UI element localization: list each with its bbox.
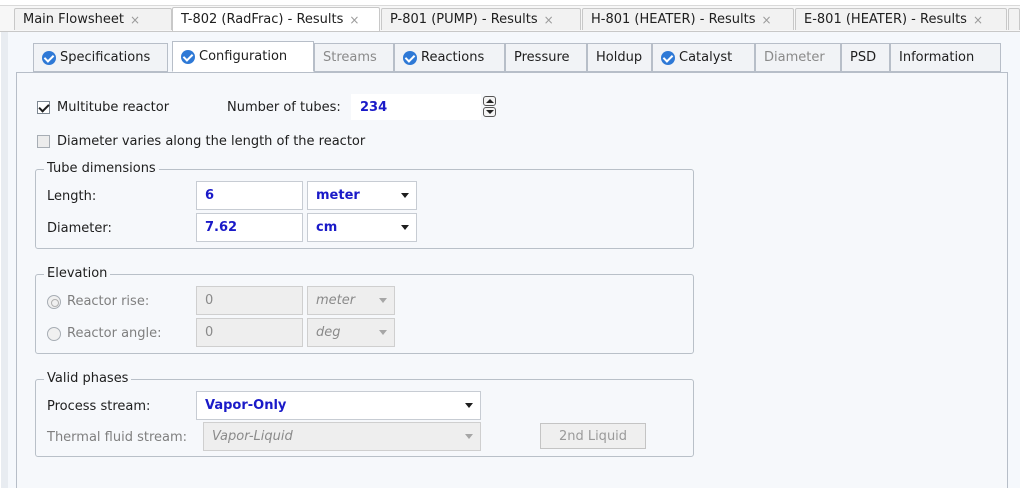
doc-tab-overflow[interactable] xyxy=(1008,8,1020,30)
reactor-rise-unit-value: meter xyxy=(316,293,356,308)
valid-phases-title: Valid phases xyxy=(44,371,132,386)
tab-pressure[interactable]: Pressure xyxy=(505,43,587,72)
chevron-down-icon xyxy=(401,225,409,230)
panel-left-edge xyxy=(1,32,8,488)
check-circle-icon xyxy=(42,50,56,65)
configuration-form: Multitube reactor Number of tubes: 234 D… xyxy=(16,73,1008,488)
reactor-angle-unit-select[interactable]: deg xyxy=(307,318,395,347)
spin-down-icon[interactable] xyxy=(483,107,496,117)
spin-up-icon[interactable] xyxy=(483,96,496,106)
document-tab-strip: Main Flowsheet × T-802 (RadFrac) - Resul… xyxy=(0,0,1020,32)
check-circle-icon xyxy=(181,49,195,64)
diameter-label: Diameter: xyxy=(47,221,112,236)
reactor-angle-label: Reactor angle: xyxy=(67,326,162,341)
tab-diameter[interactable]: Diameter xyxy=(755,43,841,72)
check-circle-icon xyxy=(661,50,675,65)
doc-tab-label: P-801 (PUMP) - Results xyxy=(390,12,538,27)
chevron-down-icon xyxy=(465,434,473,439)
length-input[interactable]: 6 xyxy=(196,181,303,210)
tab-label: Information xyxy=(899,50,975,65)
reactor-angle-radio[interactable] xyxy=(47,327,61,341)
reactor-rise-label: Reactor rise: xyxy=(67,294,150,309)
form-panel: Specifications Configuration Streams Rea… xyxy=(1,32,1020,488)
elevation-title: Elevation xyxy=(44,266,111,281)
number-of-tubes-label: Number of tubes: xyxy=(227,100,341,115)
tab-psd[interactable]: PSD xyxy=(841,43,890,72)
tab-label: Diameter xyxy=(764,50,825,65)
doc-tab-p801-results[interactable]: P-801 (PUMP) - Results × xyxy=(381,8,581,30)
process-stream-select[interactable]: Vapor-Only xyxy=(196,391,481,420)
process-stream-label: Process stream: xyxy=(47,399,151,414)
doc-tab-label: T-802 (RadFrac) - Results xyxy=(181,12,344,27)
chevron-down-icon xyxy=(401,193,409,198)
chevron-down-icon xyxy=(465,403,473,408)
tab-label: Reactions xyxy=(421,50,485,65)
tab-label: Configuration xyxy=(199,49,288,64)
thermal-fluid-stream-label: Thermal fluid stream: xyxy=(47,430,188,445)
doc-tab-label: Main Flowsheet xyxy=(23,12,124,27)
diameter-varies-checkbox[interactable] xyxy=(37,135,50,148)
tab-label: Catalyst xyxy=(679,50,733,65)
reactor-rise-radio[interactable] xyxy=(47,295,61,309)
tab-specifications[interactable]: Specifications xyxy=(33,43,168,72)
close-icon[interactable]: × xyxy=(973,13,983,27)
chevron-down-icon xyxy=(379,298,387,303)
tab-streams[interactable]: Streams xyxy=(314,43,394,72)
reactor-angle-unit-value: deg xyxy=(316,325,341,340)
multitube-reactor-label: Multitube reactor xyxy=(57,100,170,115)
length-label: Length: xyxy=(47,189,97,204)
diameter-unit-select[interactable]: cm xyxy=(307,213,417,242)
valid-phases-group: Valid phases Process stream: Vapor-Only … xyxy=(35,371,694,457)
tab-label: Streams xyxy=(323,50,377,65)
tab-label: Holdup xyxy=(596,50,643,65)
tab-catalyst[interactable]: Catalyst xyxy=(652,43,755,72)
tab-label: PSD xyxy=(850,50,877,65)
tab-holdup[interactable]: Holdup xyxy=(587,43,652,72)
reactor-rise-input[interactable]: 0 xyxy=(196,286,303,315)
diameter-input[interactable]: 7.62 xyxy=(196,213,303,242)
process-stream-value: Vapor-Only xyxy=(205,398,287,413)
thermal-fluid-stream-value: Vapor-Liquid xyxy=(212,429,293,444)
document-tab-strip-top xyxy=(0,0,1020,6)
thermal-fluid-stream-select[interactable]: Vapor-Liquid xyxy=(203,422,481,451)
tab-reactions[interactable]: Reactions xyxy=(394,43,505,72)
doc-tab-h801-results[interactable]: H-801 (HEATER) - Results × xyxy=(582,8,794,30)
length-unit-select[interactable]: meter xyxy=(307,181,417,210)
second-liquid-button[interactable]: 2nd Liquid xyxy=(540,423,646,449)
elevation-group: Elevation Reactor rise: 0 meter Reactor … xyxy=(35,266,694,354)
doc-tab-t802-results[interactable]: T-802 (RadFrac) - Results × xyxy=(172,7,380,31)
chevron-down-icon xyxy=(379,330,387,335)
doc-tab-label: H-801 (HEATER) - Results xyxy=(591,12,756,27)
tab-information[interactable]: Information xyxy=(890,43,1001,72)
close-icon[interactable]: × xyxy=(349,13,359,27)
tab-label: Specifications xyxy=(60,50,151,65)
reactor-rise-unit-select[interactable]: meter xyxy=(307,286,395,315)
reactor-angle-input[interactable]: 0 xyxy=(196,318,303,347)
close-icon[interactable]: × xyxy=(544,13,554,27)
close-icon[interactable]: × xyxy=(130,13,140,27)
tube-dimensions-title: Tube dimensions xyxy=(44,161,159,176)
tab-configuration[interactable]: Configuration xyxy=(172,41,314,72)
diameter-varies-label: Diameter varies along the length of the … xyxy=(57,134,366,149)
tab-label: Pressure xyxy=(514,50,570,65)
close-icon[interactable]: × xyxy=(762,13,772,27)
multitube-reactor-checkbox[interactable] xyxy=(37,101,50,114)
check-circle-icon xyxy=(403,50,417,65)
length-unit-value: meter xyxy=(316,188,360,203)
diameter-unit-value: cm xyxy=(316,220,338,235)
tube-dimensions-group: Tube dimensions Length: 6 meter Diameter… xyxy=(35,161,694,249)
doc-tab-e801-results[interactable]: E-801 (HEATER) - Results × xyxy=(795,8,1007,30)
number-of-tubes-spinner[interactable] xyxy=(483,96,496,118)
doc-tab-label: E-801 (HEATER) - Results xyxy=(804,12,967,27)
number-of-tubes-input[interactable]: 234 xyxy=(351,94,481,120)
doc-tab-main-flowsheet[interactable]: Main Flowsheet × xyxy=(14,8,172,30)
